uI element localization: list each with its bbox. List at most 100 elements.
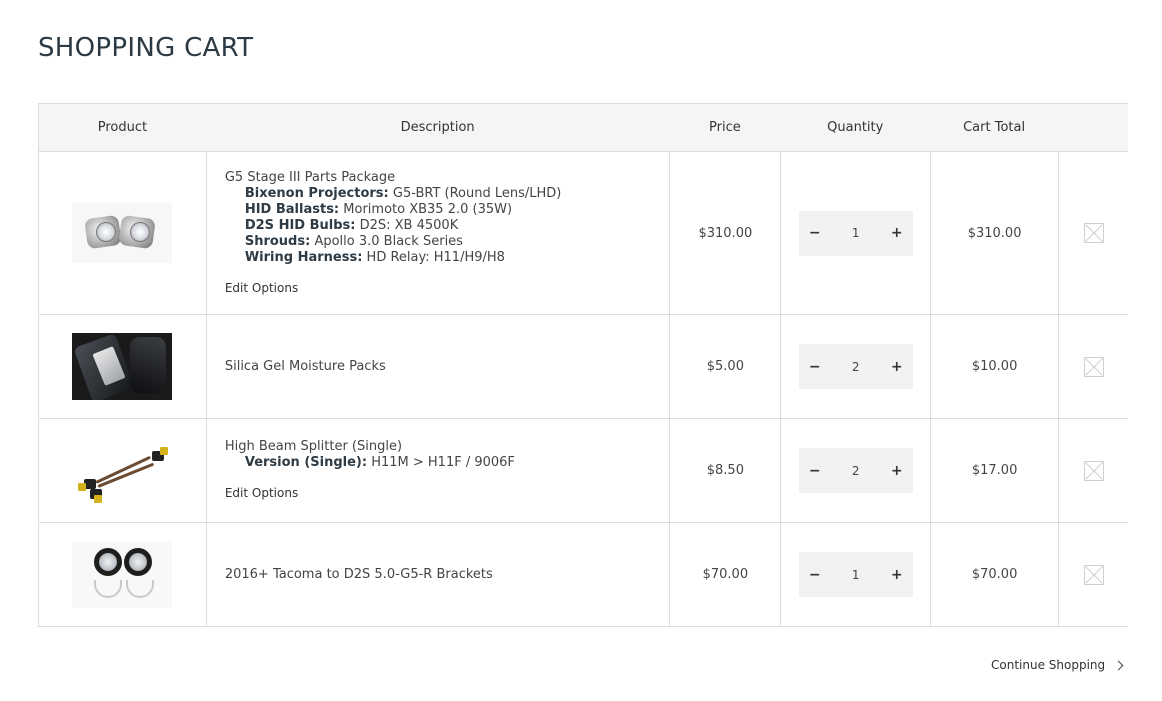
option-value: H11M > H11F / 9006F — [371, 455, 515, 470]
remove-cell — [1058, 152, 1128, 314]
option-value: Morimoto XB35 2.0 (35W) — [343, 201, 513, 217]
total-cell: $17.00 — [930, 419, 1058, 522]
quantity-cell: − 2 + — [780, 419, 930, 522]
total-cell: $10.00 — [930, 315, 1058, 418]
quantity-cell: − 1 + — [780, 523, 930, 626]
item-total: $310.00 — [967, 225, 1022, 241]
header-quantity: Quantity — [827, 120, 884, 135]
close-box-icon[interactable] — [1083, 564, 1104, 585]
item-name[interactable]: G5 Stage III Parts Package — [225, 170, 562, 186]
header-remove — [1058, 104, 1128, 151]
option-value: D2S: XB 4500K — [359, 217, 459, 233]
option-label: HID Ballasts: — [244, 201, 340, 217]
option-label: Version (Single): — [244, 455, 368, 470]
total-cell: $70.00 — [930, 523, 1058, 626]
option-label: Shrouds: — [244, 233, 311, 249]
page-title: SHOPPING CART — [38, 33, 254, 63]
close-box-icon[interactable] — [1083, 223, 1104, 243]
item-total: $17.00 — [971, 463, 1018, 478]
quantity-value[interactable]: 2 — [852, 360, 860, 374]
item-option: Version (Single): H11M > H11F / 9006F — [225, 455, 515, 471]
remove-cell — [1058, 523, 1128, 626]
item-option: D2S HID Bulbs: D2S: XB 4500K — [225, 218, 562, 234]
product-image[interactable] — [72, 203, 173, 263]
connector-tip-shape — [160, 446, 169, 455]
item-price: $5.00 — [706, 359, 744, 374]
price-cell: $8.50 — [669, 419, 780, 522]
description-cell: High Beam Splitter (Single) Version (Sin… — [205, 419, 670, 522]
price-cell: $310.00 — [669, 152, 780, 314]
bracket-ring-shape — [94, 547, 123, 576]
option-value: Apollo 3.0 Black Series — [314, 233, 463, 249]
edit-options-link[interactable]: Edit Options — [225, 280, 298, 296]
continue-shopping-label: Continue Shopping — [991, 658, 1106, 672]
product-thumbnail-cell — [39, 315, 206, 418]
item-price: $8.50 — [706, 463, 744, 478]
product-thumbnail-cell — [39, 152, 206, 314]
item-option: Shrouds: Apollo 3.0 Black Series — [225, 234, 562, 250]
remove-cell — [1058, 419, 1128, 522]
chevron-right-icon — [1113, 660, 1124, 670]
quantity-cell: − 2 + — [780, 315, 930, 418]
description-cell: G5 Stage III Parts Package Bixenon Proje… — [205, 152, 670, 314]
retaining-clip-shape — [126, 579, 155, 598]
quantity-stepper: − 1 + — [798, 552, 913, 597]
connector-tip-shape — [94, 494, 103, 503]
item-description: 2016+ Tacoma to D2S 5.0-G5-R Brackets — [225, 567, 493, 583]
quantity-value[interactable]: 2 — [852, 464, 860, 478]
item-option: Bixenon Projectors: G5-BRT (Round Lens/L… — [225, 186, 562, 202]
increase-quantity-button[interactable]: + — [891, 359, 903, 375]
item-price: $70.00 — [702, 567, 749, 582]
table-row: High Beam Splitter (Single) Version (Sin… — [39, 418, 1128, 522]
item-name[interactable]: 2016+ Tacoma to D2S 5.0-G5-R Brackets — [225, 567, 493, 583]
item-name[interactable]: High Beam Splitter (Single) — [225, 439, 515, 455]
product-image[interactable] — [72, 541, 173, 608]
item-price: $310.00 — [698, 225, 753, 241]
increase-quantity-button[interactable]: + — [891, 225, 903, 241]
decrease-quantity-button[interactable]: − — [809, 225, 821, 241]
quantity-stepper: − 2 + — [798, 344, 913, 389]
increase-quantity-button[interactable]: + — [891, 567, 903, 583]
quantity-cell: − 1 + — [780, 152, 930, 314]
decrease-quantity-button[interactable]: − — [809, 567, 821, 583]
product-thumbnail-cell — [39, 419, 206, 522]
continue-shopping-link[interactable]: Continue Shopping — [991, 658, 1124, 672]
header-product: Product — [97, 120, 148, 135]
description-cell: Silica Gel Moisture Packs — [205, 315, 670, 418]
table-row: 2016+ Tacoma to D2S 5.0-G5-R Brackets $7… — [39, 522, 1128, 626]
option-label: Wiring Harness: — [244, 249, 363, 265]
price-cell: $5.00 — [669, 315, 780, 418]
close-box-icon[interactable] — [1083, 460, 1104, 481]
quantity-stepper: − 1 + — [798, 210, 913, 256]
decrease-quantity-button[interactable]: − — [809, 359, 821, 375]
description-cell: 2016+ Tacoma to D2S 5.0-G5-R Brackets — [205, 523, 670, 626]
quantity-value[interactable]: 1 — [852, 568, 860, 582]
retaining-clip-shape — [94, 579, 123, 598]
header-description: Description — [400, 120, 475, 135]
quantity-value[interactable]: 1 — [852, 226, 860, 240]
item-description: High Beam Splitter (Single) Version (Sin… — [225, 439, 515, 502]
option-label: Bixenon Projectors: — [244, 185, 389, 201]
table-row: Silica Gel Moisture Packs $5.00 − 2 + $1… — [39, 314, 1128, 418]
option-value: G5-BRT (Round Lens/LHD) — [392, 185, 562, 201]
total-cell: $310.00 — [930, 152, 1058, 314]
item-option: Wiring Harness: HD Relay: H11/H9/H8 — [225, 250, 562, 266]
close-box-icon[interactable] — [1083, 356, 1104, 377]
product-image[interactable] — [72, 441, 172, 503]
table-row: G5 Stage III Parts Package Bixenon Proje… — [39, 151, 1128, 314]
product-image[interactable] — [72, 333, 173, 400]
item-name[interactable]: Silica Gel Moisture Packs — [225, 359, 386, 375]
item-total: $10.00 — [971, 359, 1018, 374]
increase-quantity-button[interactable]: + — [891, 463, 903, 479]
edit-options-link[interactable]: Edit Options — [225, 485, 298, 501]
connector-tip-shape — [78, 482, 87, 491]
header-price: Price — [709, 120, 741, 135]
headlight-housing-shape — [130, 337, 167, 393]
bracket-ring-shape — [124, 547, 153, 576]
header-cart-total: Cart Total — [963, 120, 1026, 135]
decrease-quantity-button[interactable]: − — [809, 463, 821, 479]
remove-cell — [1058, 315, 1128, 418]
option-value: HD Relay: H11/H9/H8 — [366, 249, 505, 265]
item-option: HID Ballasts: Morimoto XB35 2.0 (35W) — [225, 202, 562, 218]
table-header: Product Description Price Quantity Cart … — [39, 104, 1128, 151]
